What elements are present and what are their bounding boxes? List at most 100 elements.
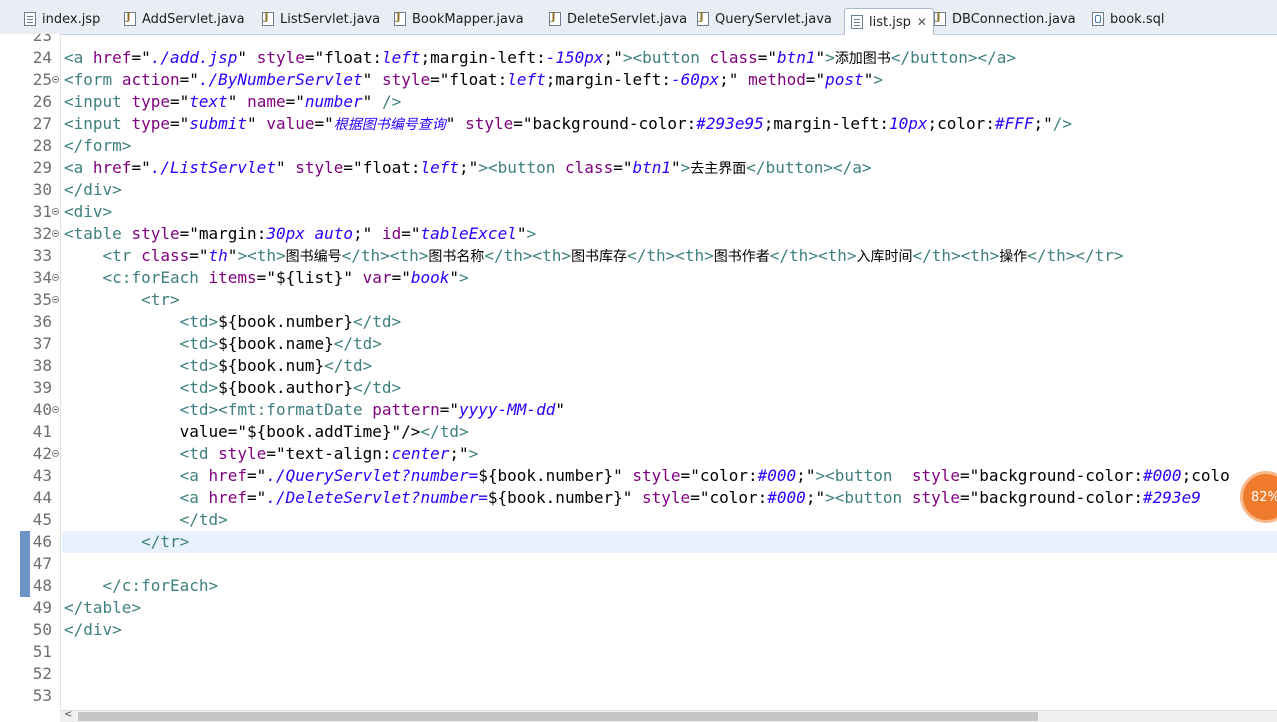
line-number: 51 — [32, 642, 52, 661]
line-number: 47 — [32, 554, 52, 573]
line-number: 52 — [32, 664, 52, 683]
code-line[interactable]: 49 </table> — [0, 597, 1277, 619]
line-number: 32 — [32, 224, 52, 243]
code-line[interactable]: 29 <a href="./ListServlet" style="float:l… — [0, 157, 1277, 179]
tab-deleteservlet-java[interactable]: DeleteServlet.java — [545, 6, 687, 32]
line-number: 37 — [32, 334, 52, 353]
tab-index-jsp[interactable]: index.jsp — [20, 6, 100, 32]
tab-label: list.jsp — [869, 14, 911, 30]
tab-dbconnection-java[interactable]: DBConnection.java — [930, 6, 1076, 32]
line-number: 36 — [32, 312, 52, 331]
tab-queryservlet-java[interactable]: QueryServlet.java — [693, 6, 832, 32]
tab-addservlet-java[interactable]: AddServlet.java — [120, 6, 245, 32]
code-editor[interactable]: 23 24 <a href="./add.jsp" style="float:lef… — [0, 34, 1277, 710]
horizontal-scrollbar[interactable]: < — [60, 709, 1277, 722]
code-line[interactable]: 28 </form> — [0, 135, 1277, 157]
code-text: <c:forEach items="${list}" var="book"> — [102, 268, 469, 287]
line-number: 50 — [32, 620, 52, 639]
code-line[interactable]: 52 — [0, 663, 1277, 685]
code-text: <a href="./QueryServlet?number=${book.nu… — [179, 466, 1230, 485]
tab-bookmapper-java[interactable]: BookMapper.java — [390, 6, 524, 32]
code-line[interactable]: 32 <table style="margin:30px auto;" id="t… — [0, 223, 1277, 245]
line-number: 25 — [32, 70, 52, 89]
code-line[interactable]: 47 — [0, 553, 1277, 575]
fold-toggle-icon[interactable] — [52, 296, 59, 303]
code-text: <td><fmt:formatDate pattern="yyyy-MM-dd" — [179, 400, 565, 419]
code-text: <input type="text" name="number" /> — [64, 92, 402, 111]
code-line[interactable]: 23 — [0, 34, 1277, 47]
code-text: <input type="submit" value="根据图书编号查询" st… — [64, 114, 1073, 133]
line-number: 24 — [32, 48, 52, 67]
tab-list-jsp[interactable]: list.jsp ✕ — [844, 8, 934, 35]
fold-toggle-icon[interactable] — [52, 230, 59, 237]
fold-toggle-icon[interactable] — [52, 450, 59, 457]
tab-book-sql[interactable]: book.sql — [1088, 6, 1164, 32]
code-line[interactable]: 38 <td>${book.num}</td> — [0, 355, 1277, 377]
fold-toggle-icon[interactable] — [52, 406, 59, 413]
code-text: <tr class="th"><th>图书编号</th><th>图书名称</th… — [102, 246, 1124, 265]
code-line[interactable]: 35 <tr> — [0, 289, 1277, 311]
line-number: 23 — [32, 34, 52, 45]
code-text: <a href="./add.jsp" style="float:left;ma… — [64, 48, 1017, 67]
code-line[interactable]: 45 </td> — [0, 509, 1277, 531]
line-number: 42 — [32, 444, 52, 463]
java-file-icon — [934, 12, 946, 26]
code-line[interactable]: 34 <c:forEach items="${list}" var="book"… — [0, 267, 1277, 289]
scroll-left-arrow-icon[interactable]: < — [64, 709, 72, 720]
code-line[interactable]: 43 <a href="./QueryServlet?number=${book… — [0, 465, 1277, 487]
fold-toggle-icon[interactable] — [52, 274, 59, 281]
code-text: <form action="./ByNumberServlet" style="… — [64, 70, 883, 89]
code-text: </table> — [64, 598, 142, 617]
java-file-icon — [394, 12, 406, 26]
code-line[interactable]: 53 — [0, 685, 1277, 707]
code-line[interactable]: 30 </div> — [0, 179, 1277, 201]
tab-label: ListServlet.java — [280, 11, 381, 27]
code-line[interactable]: 44 <a href="./DeleteServlet?number=${boo… — [0, 487, 1277, 509]
line-number: 41 — [32, 422, 52, 441]
code-text: <tr> — [141, 290, 180, 309]
code-line[interactable]: 50 </div> — [0, 619, 1277, 641]
code-line[interactable]: 31 <div> — [0, 201, 1277, 223]
scrollbar-thumb[interactable] — [78, 712, 1038, 721]
close-tab-icon[interactable]: ✕ — [917, 15, 927, 29]
jsp-file-icon — [851, 15, 863, 29]
code-text: <td>${book.number}</td> — [179, 312, 402, 331]
code-line[interactable]: 41 value="${book.addTime}"/></td> — [0, 421, 1277, 443]
fold-toggle-icon[interactable] — [52, 76, 59, 83]
code-line[interactable]: 24 <a href="./add.jsp" style="float:left;… — [0, 47, 1277, 69]
code-line[interactable]: 25 <form action="./ByNumberServlet" style… — [0, 69, 1277, 91]
code-line[interactable]: 33 <tr class="th"><th>图书编号</th><th>图书名称<… — [0, 245, 1277, 267]
code-line[interactable]: 40 <td><fmt:formatDate pattern="yyyy-MM-… — [0, 399, 1277, 421]
code-text: <td>${book.name}</td> — [179, 334, 382, 353]
line-number: 49 — [32, 598, 52, 617]
tab-label: AddServlet.java — [142, 11, 245, 27]
fold-toggle-icon[interactable] — [52, 208, 59, 215]
code-text: </form> — [64, 136, 132, 155]
code-line[interactable]: 46 </tr> — [0, 531, 1277, 553]
tab-label: DBConnection.java — [952, 11, 1076, 27]
tab-label: BookMapper.java — [412, 11, 524, 27]
line-number: 45 — [32, 510, 52, 529]
line-number: 31 — [32, 202, 52, 221]
code-line[interactable]: 39 <td>${book.author}</td> — [0, 377, 1277, 399]
code-line[interactable]: 48 </c:forEach> — [0, 575, 1277, 597]
code-line[interactable]: 26 <input type="text" name="number" /> — [0, 91, 1277, 113]
code-text: <a href="./ListServlet" style="float:lef… — [64, 158, 872, 177]
code-text: </div> — [64, 620, 122, 639]
tab-label: book.sql — [1110, 11, 1165, 27]
tab-listservlet-java[interactable]: ListServlet.java — [258, 6, 380, 32]
code-text: <td>${book.num}</td> — [179, 356, 373, 375]
code-line[interactable]: 37 <td>${book.name}</td> — [0, 333, 1277, 355]
line-number: 26 — [32, 92, 52, 111]
line-number: 33 — [32, 246, 52, 265]
code-line[interactable]: 51 — [0, 641, 1277, 663]
code-line[interactable]: 27 <input type="submit" value="根据图书编号查询" … — [0, 113, 1277, 135]
tab-label: QueryServlet.java — [715, 11, 832, 27]
code-line[interactable]: 42 <td style="text-align:center;"> — [0, 443, 1277, 465]
line-number: 53 — [32, 686, 52, 705]
code-text: </tr> — [141, 532, 190, 551]
code-line[interactable]: 36 <td>${book.number}</td> — [0, 311, 1277, 333]
